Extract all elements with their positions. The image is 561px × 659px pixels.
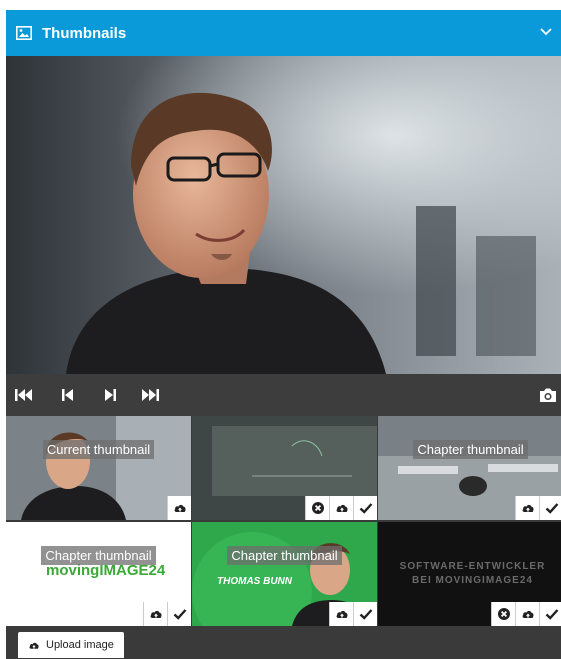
thumbnail-actions bbox=[305, 496, 377, 520]
check-icon bbox=[545, 609, 558, 620]
skip-to-end-icon[interactable] bbox=[140, 386, 160, 404]
thumbnail-chapter-1[interactable]: Chapter thumbnail bbox=[378, 416, 561, 520]
cloud-upload-icon bbox=[336, 610, 348, 618]
chevron-down-icon[interactable] bbox=[539, 24, 553, 38]
thumbnail-actions bbox=[167, 496, 191, 520]
cloud-upload-icon bbox=[522, 504, 534, 512]
set-thumbnail-button[interactable] bbox=[167, 602, 191, 626]
camera-icon[interactable] bbox=[538, 386, 558, 404]
thumbnail-image bbox=[6, 416, 191, 520]
thumbnail-label: Current thumbnail bbox=[42, 440, 155, 459]
panel-header[interactable]: Thumbnails bbox=[6, 10, 561, 56]
upload-thumbnail-button[interactable] bbox=[143, 602, 167, 626]
thumbnail-frame-2[interactable] bbox=[192, 416, 377, 520]
thumbnail-label: Chapter thumbnail bbox=[41, 546, 156, 565]
panel-footer: Upload image bbox=[6, 628, 561, 659]
cloud-upload-icon bbox=[522, 610, 534, 618]
thumbnail-grid: Current thumbnail Chapter thumbnail movi… bbox=[6, 416, 561, 628]
upload-thumbnail-button[interactable] bbox=[515, 496, 539, 520]
upload-thumbnail-button[interactable] bbox=[167, 496, 191, 520]
check-icon bbox=[173, 609, 186, 620]
panel-title: Thumbnails bbox=[42, 24, 127, 42]
thumbnail-actions bbox=[329, 602, 377, 626]
thumbnail-current[interactable]: Current thumbnail bbox=[6, 416, 191, 520]
set-thumbnail-button[interactable] bbox=[539, 496, 561, 520]
cloud-upload-icon bbox=[150, 610, 162, 618]
remove-thumbnail-button[interactable] bbox=[305, 496, 329, 520]
set-thumbnail-button[interactable] bbox=[353, 496, 377, 520]
remove-thumbnail-button[interactable] bbox=[491, 602, 515, 626]
thumbnail-frame-6[interactable]: SOFTWARE-ENTWICKLER BEI MOVINGIMAGE24 bbox=[378, 522, 561, 626]
player-toolbar bbox=[6, 374, 561, 416]
skip-to-start-icon[interactable] bbox=[14, 386, 34, 404]
title-card-text: SOFTWARE-ENTWICKLER BEI MOVINGIMAGE24 bbox=[399, 561, 546, 586]
upload-image-button[interactable]: Upload image bbox=[18, 632, 124, 658]
remove-icon bbox=[311, 502, 324, 514]
check-icon bbox=[359, 609, 372, 620]
step-back-icon[interactable] bbox=[58, 386, 78, 404]
video-preview bbox=[6, 56, 561, 374]
thumbnails-panel: Thumbnails Current thumbnail Chapter thu… bbox=[6, 10, 561, 659]
cloud-upload-icon bbox=[174, 504, 186, 512]
cloud-upload-icon bbox=[29, 642, 39, 649]
upload-thumbnail-button[interactable] bbox=[329, 496, 353, 520]
thumbnail-actions bbox=[515, 496, 561, 520]
thumbnail-actions bbox=[491, 602, 561, 626]
thumbnail-label: Chapter thumbnail bbox=[413, 440, 528, 459]
thumbnail-chapter-3[interactable]: THOMAS BUNN Chapter thumbnail bbox=[192, 522, 377, 626]
name-caption: THOMAS BUNN bbox=[217, 576, 292, 587]
check-icon bbox=[359, 503, 372, 514]
step-forward-icon[interactable] bbox=[100, 386, 120, 404]
upload-image-label: Upload image bbox=[46, 639, 114, 651]
remove-icon bbox=[497, 608, 510, 620]
thumbnail-chapter-2[interactable]: movingIMAGE24 Chapter thumbnail bbox=[6, 522, 191, 626]
cloud-upload-icon bbox=[336, 504, 348, 512]
thumbnail-actions bbox=[143, 602, 191, 626]
check-icon bbox=[545, 503, 558, 514]
set-thumbnail-button[interactable] bbox=[539, 602, 561, 626]
image-icon bbox=[16, 26, 32, 40]
thumbnail-label: Chapter thumbnail bbox=[227, 546, 342, 565]
upload-thumbnail-button[interactable] bbox=[329, 602, 353, 626]
upload-thumbnail-button[interactable] bbox=[515, 602, 539, 626]
set-thumbnail-button[interactable] bbox=[353, 602, 377, 626]
preview-image bbox=[6, 56, 561, 374]
